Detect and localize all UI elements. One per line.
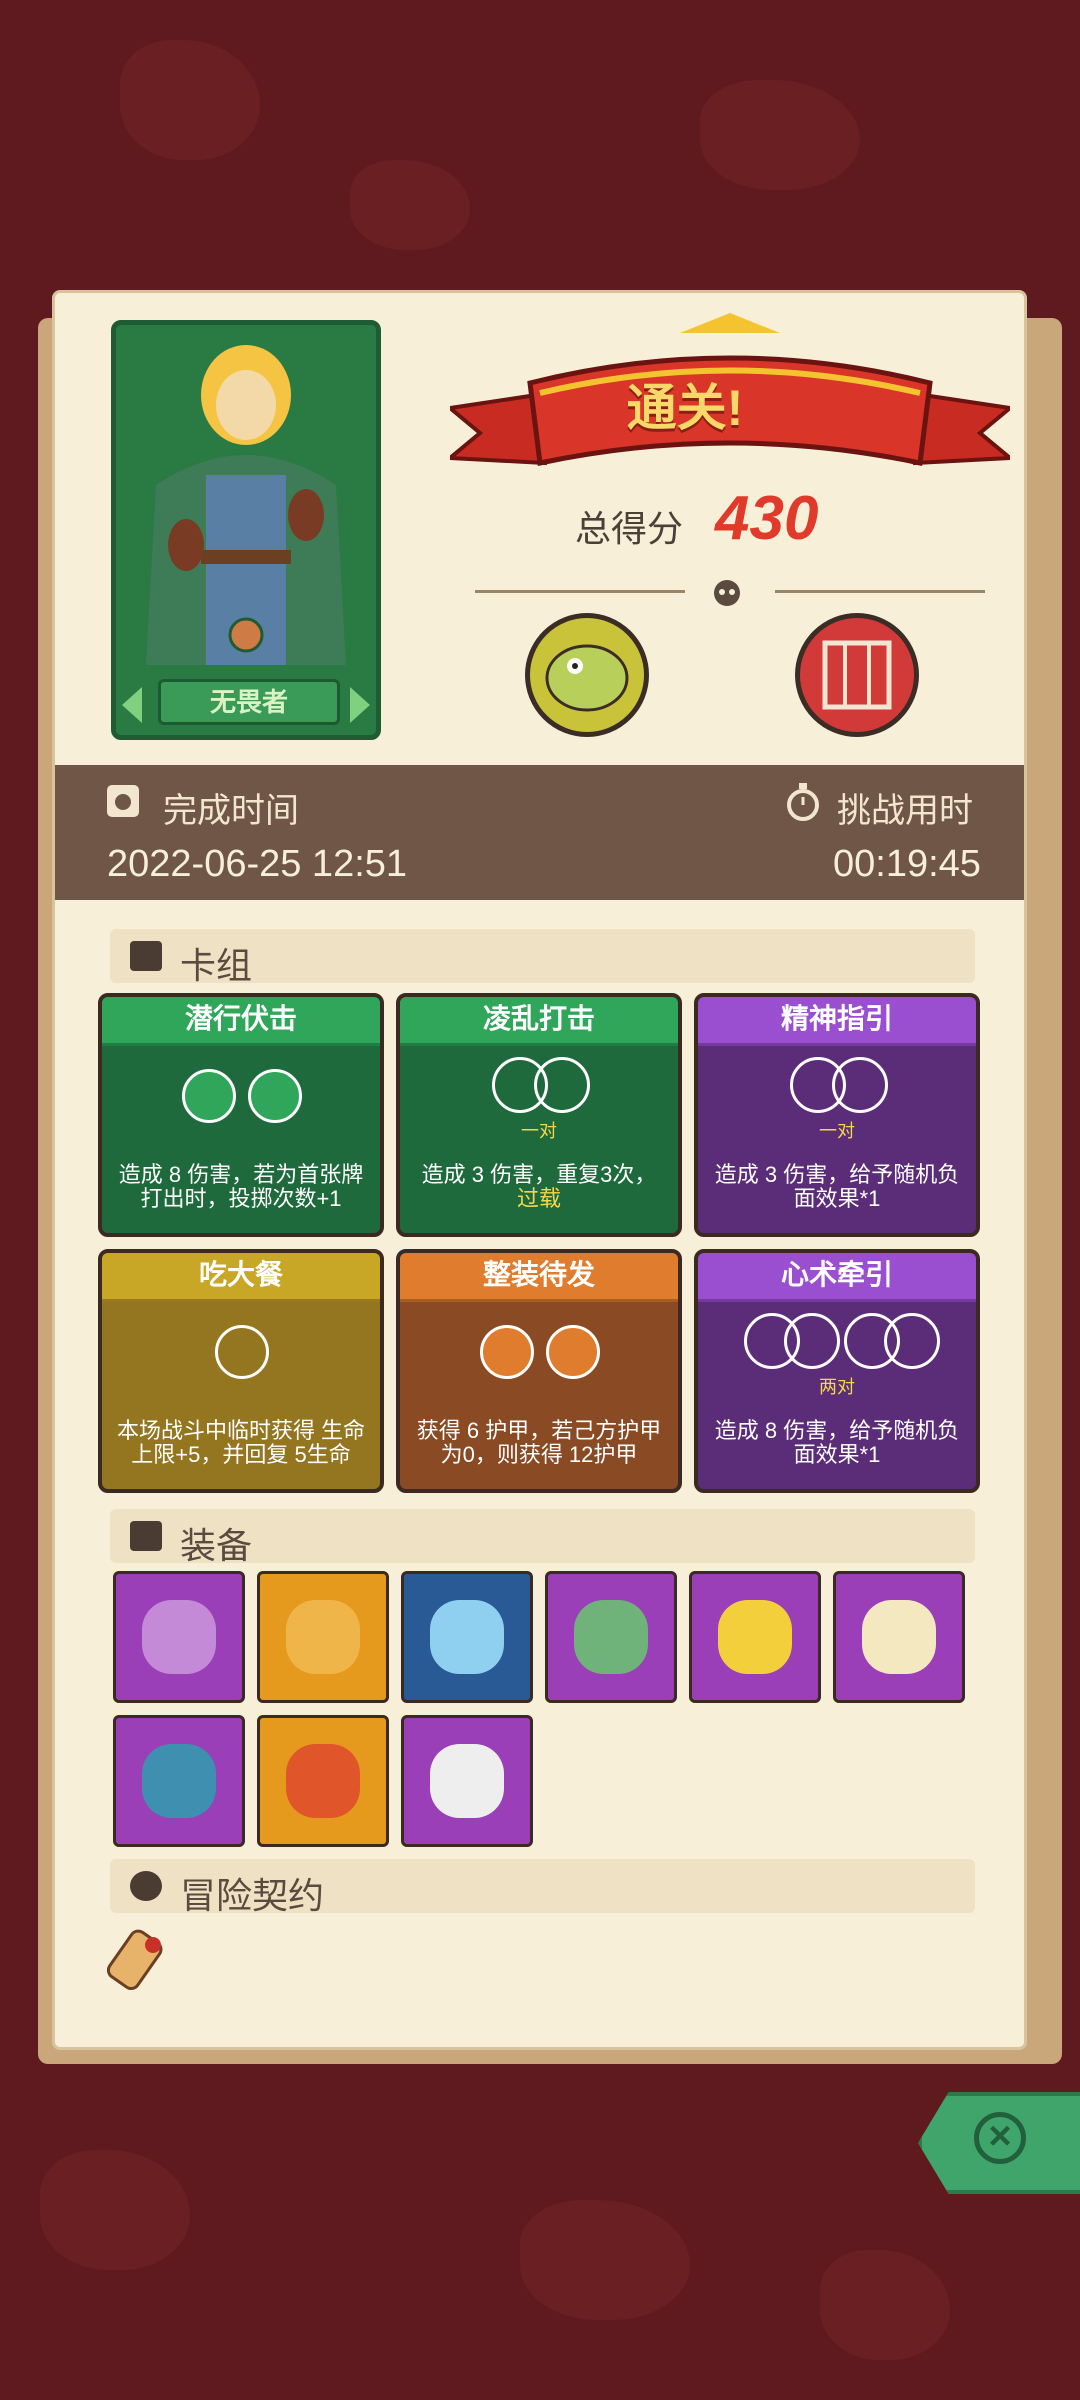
card-description: 造成 3 伤害，给予随机负面效果*1	[714, 1162, 960, 1211]
cards-icon	[130, 941, 162, 971]
card-requirement: 一对	[521, 1121, 557, 1141]
close-icon: ×	[974, 2112, 1026, 2164]
equipment-slot[interactable]	[401, 1571, 533, 1703]
card-title: 精神指引	[698, 997, 976, 1046]
person-icon	[130, 1871, 162, 1901]
card-description: 本场战斗中临时获得 生命上限+5，并回复 5生命	[116, 1418, 366, 1467]
deck-card[interactable]: 潜行伏击 造成 8 伤害，若为首张牌打出时，投掷次数+1	[98, 993, 384, 1237]
skull-divider-icon	[714, 580, 740, 606]
contract-section-title: 冒险契约	[180, 1875, 325, 1916]
stopwatch-icon	[787, 783, 819, 821]
equipment-slot[interactable]	[545, 1571, 677, 1703]
dice-slot-icon	[832, 1057, 888, 1113]
deck-card[interactable]: 整装待发 获得 6 护甲，若己方护甲为0，则获得 12护甲	[396, 1249, 682, 1493]
next-hero-arrow-icon[interactable]	[350, 687, 370, 723]
leaf-ring-icon	[574, 1600, 648, 1674]
card-title: 整装待发	[400, 1253, 678, 1302]
orange-armor-dice-icon	[480, 1325, 534, 1379]
deck-section-title: 卡组	[180, 945, 253, 986]
cracked-rune-icon	[430, 1744, 504, 1818]
card-title: 心术牵引	[698, 1253, 976, 1302]
equipment-slot[interactable]	[833, 1571, 965, 1703]
yellow-diamond-dice-icon	[215, 1325, 269, 1379]
background-decoration	[520, 2200, 690, 2320]
card-requirement: 一对	[819, 1121, 855, 1141]
card-description: 造成 8 伤害，给予随机负面效果*1	[714, 1418, 960, 1467]
deck-card[interactable]: 吃大餐 本场战斗中临时获得 生命上限+5，并回复 5生命	[98, 1249, 384, 1493]
dice-slot-icon	[884, 1313, 940, 1369]
hero-portrait-card[interactable]: 无畏者	[111, 320, 381, 740]
defeated-boss-cage-avatar[interactable]	[795, 613, 919, 737]
result-panel: 无畏者 通关! 总得分 430 完成时间 2022-06-25 12:51 挑战…	[52, 290, 1027, 2050]
card-requirement: 两对	[819, 1377, 855, 1397]
cheese-icon	[718, 1600, 792, 1674]
equipment-slot[interactable]	[689, 1571, 821, 1703]
mirror-icon	[862, 1600, 936, 1674]
deck-card[interactable]: 心术牵引 两对 造成 8 伤害，给予随机负面效果*1	[694, 1249, 980, 1493]
finish-time-label: 完成时间	[163, 792, 299, 830]
background-decoration	[820, 2250, 950, 2360]
card-title: 潜行伏击	[102, 997, 380, 1046]
equipment-slot[interactable]	[257, 1571, 389, 1703]
close-button[interactable]: ×	[918, 2092, 1080, 2194]
stats-band: 完成时间 2022-06-25 12:51 挑战用时 00:19:45	[55, 765, 1024, 900]
card-description: 获得 6 护甲，若己方护甲为0，则获得 12护甲	[416, 1418, 662, 1467]
deck-card[interactable]: 凌乱打击 一对 造成 3 伤害，重复3次， 过载	[396, 993, 682, 1237]
equipment-section-header: 装备	[110, 1509, 975, 1566]
defeated-boss-lizard-avatar[interactable]	[525, 613, 649, 737]
hero-name: 无畏者	[158, 679, 340, 725]
background-decoration	[700, 80, 860, 190]
card-description: 造成 3 伤害，重复3次，	[421, 1162, 657, 1187]
caged-monster-icon	[822, 640, 892, 710]
total-score-value: 430	[715, 484, 819, 553]
background-decoration	[40, 2150, 190, 2270]
card-keyword: 过载	[516, 1186, 561, 1211]
cloak-icon	[286, 1600, 360, 1674]
finish-time-value: 2022-06-25 12:51	[107, 843, 408, 885]
background-decoration	[350, 160, 470, 250]
lizard-boss-icon	[545, 644, 629, 712]
green-leaf-dice-icon	[182, 1069, 236, 1123]
green-leaf-dice-icon	[248, 1069, 302, 1123]
prev-hero-arrow-icon[interactable]	[122, 687, 142, 723]
equipment-slot[interactable]	[257, 1715, 389, 1847]
divider-line	[775, 590, 985, 593]
deck-card[interactable]: 精神指引 一对 造成 3 伤害，给予随机负面效果*1	[694, 993, 980, 1237]
contract-section-header: 冒险契约	[110, 1859, 975, 1916]
equipment-section-title: 装备	[180, 1525, 253, 1566]
scroll-icon[interactable]	[103, 1923, 179, 2003]
equipment-slot[interactable]	[113, 1571, 245, 1703]
equipment-slot[interactable]	[113, 1715, 245, 1847]
box-icon	[130, 1521, 162, 1551]
mask-icon	[142, 1744, 216, 1818]
duration-value: 00:19:45	[833, 843, 981, 885]
background-decoration	[120, 40, 260, 160]
total-score-label: 总得分	[575, 508, 684, 549]
victory-banner-text: 通关!	[626, 380, 744, 436]
card-title: 吃大餐	[102, 1253, 380, 1302]
crown-icon	[286, 1744, 360, 1818]
equipment-slot[interactable]	[401, 1715, 533, 1847]
deck-section-header: 卡组	[110, 929, 975, 986]
orange-armor-dice-icon	[546, 1325, 600, 1379]
card-title: 凌乱打击	[400, 997, 678, 1046]
card-description: 造成 8 伤害，若为首张牌打出时，投掷次数+1	[118, 1162, 364, 1211]
dice-slot-icon	[534, 1057, 590, 1113]
crystal-icon	[430, 1600, 504, 1674]
potion-icon	[142, 1600, 216, 1674]
divider-line	[475, 590, 685, 593]
dice-slot-icon	[784, 1313, 840, 1369]
calendar-icon	[107, 785, 139, 817]
duration-label: 挑战用时	[837, 792, 973, 830]
hero-portrait-image	[146, 345, 346, 665]
